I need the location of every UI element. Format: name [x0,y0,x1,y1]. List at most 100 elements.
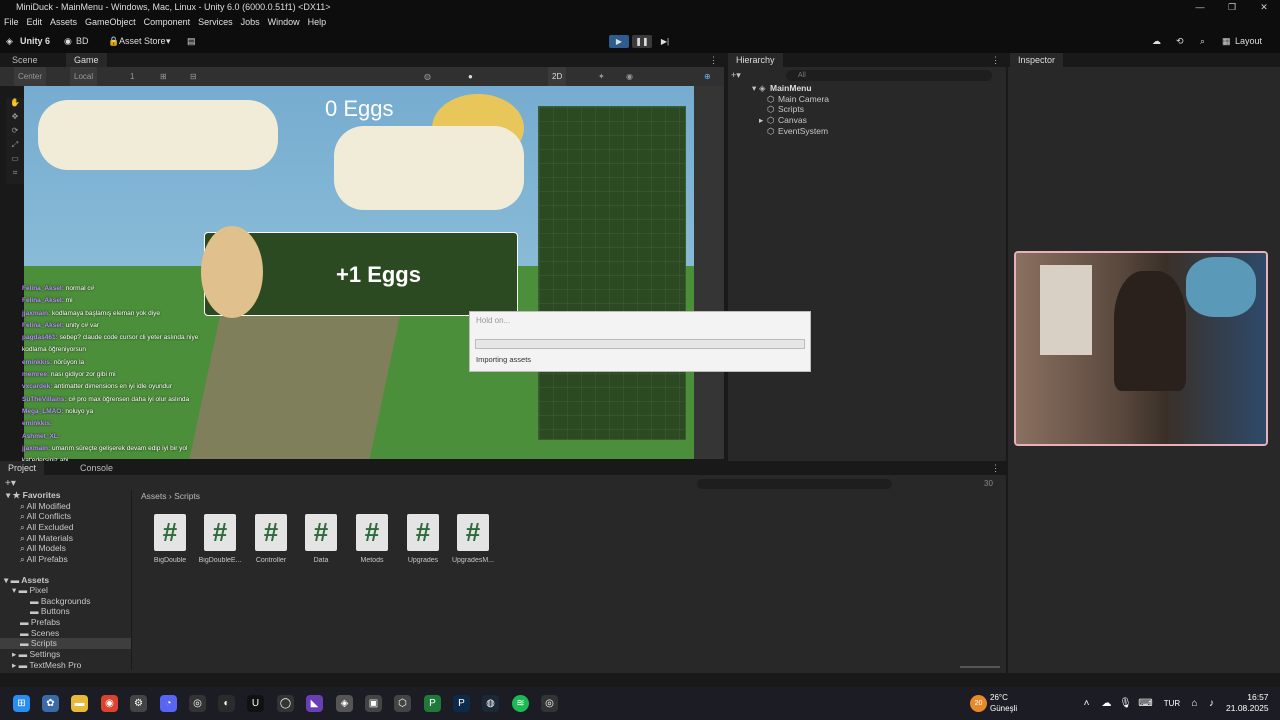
app-icon[interactable]: ⚙ [130,695,147,712]
menu-gameobject[interactable]: GameObject [85,15,136,29]
network-icon[interactable]: ⌂ [1186,695,1203,712]
copilot-icon[interactable]: ✿ [42,695,59,712]
tab-hierarchy[interactable]: Hierarchy [728,53,783,67]
space-dropdown[interactable]: Local [70,67,98,86]
favorite-item[interactable]: ⌕ All Prefabs [20,554,68,565]
script-asset[interactable]: # UpgradesM... [449,514,497,564]
expand-arrow-icon[interactable]: ▸ [759,115,763,126]
folder-item[interactable]: ▬ Scenes [20,628,59,638]
menu-services[interactable]: Services [198,15,233,29]
effects-icon[interactable]: ✦ [598,67,605,86]
menu-component[interactable]: Component [144,15,191,29]
menu-file[interactable]: File [4,15,19,29]
hierarchy-item[interactable]: Main Camera [778,94,829,104]
more-options-icon[interactable]: ⋮ [991,461,1000,475]
folder-item[interactable]: ▾ ▬ Pixel [12,585,48,596]
more-options-icon[interactable]: ⋮ [709,53,718,67]
favorites-header[interactable]: ▾ ★ Favorites [6,490,60,501]
close-icon[interactable]: ✕ [1248,0,1280,15]
obs-icon[interactable]: ◐ [218,695,235,712]
pycharm-icon[interactable]: P [424,695,441,712]
volume-icon[interactable]: ♪ [1203,695,1220,712]
app-icon[interactable]: ◎ [189,695,206,712]
keyboard-icon[interactable]: ⌨ [1137,695,1154,712]
snap-icon[interactable]: ⊟ [190,67,197,86]
layout-dropdown[interactable]: Layout [1235,29,1262,53]
microphone-icon[interactable]: 🎙 [1117,695,1134,712]
unreal-icon[interactable]: U [247,695,264,712]
github-icon[interactable]: ◯ [277,695,294,712]
script-asset[interactable]: # Data [297,514,345,564]
tab-project[interactable]: Project [0,461,45,475]
unity-hub-icon[interactable]: ◈ [336,695,353,712]
add-icon[interactable]: +▾ [731,70,741,81]
menu-help[interactable]: Help [308,15,327,29]
snap-value[interactable]: 1 [130,67,134,86]
chrome-icon[interactable]: ◉ [101,695,118,712]
favorite-item[interactable]: ⌕ All Conflicts [20,511,71,522]
menu-jobs[interactable]: Jobs [241,15,260,29]
play-button[interactable]: ▶ [609,35,629,48]
move-tool-icon[interactable]: ✥ [6,112,24,126]
rect-tool-icon[interactable]: ▭ [6,154,24,168]
hierarchy-search-input[interactable]: All [786,70,992,81]
mode-2d-toggle[interactable]: 2D [548,67,567,86]
tab-console[interactable]: Console [72,461,121,475]
menu-assets[interactable]: Assets [50,15,77,29]
folder-item[interactable]: ▬ Backgrounds [30,596,91,606]
weather-widget[interactable]: 26°C Güneşli [990,692,1017,714]
folder-item[interactable]: ▸ ▬ Settings [12,649,60,660]
menu-edit[interactable]: Edit [27,15,43,29]
hierarchy-item[interactable]: EventSystem [778,126,828,136]
script-asset[interactable]: # Metods [348,514,396,564]
script-asset[interactable]: # Controller [247,514,295,564]
spotify-icon[interactable]: ≋ [512,695,529,712]
step-button[interactable]: ▶| [655,35,675,48]
account-dropdown[interactable]: BD [76,29,89,53]
onedrive-icon[interactable]: ☁ [1098,695,1115,712]
discord-icon[interactable]: ◔ [160,695,177,712]
search-icon[interactable]: ⌕ [1200,29,1205,53]
tab-game[interactable]: Game [66,53,107,67]
history-icon[interactable]: ⟲ [1176,29,1184,53]
folder-item[interactable]: ▬ Prefabs [20,617,60,627]
language-indicator[interactable]: TUR [1161,695,1183,712]
asset-store-button[interactable]: Asset Store [119,29,166,53]
scale-tool-icon[interactable]: ⤢ [6,140,24,154]
breadcrumb-assets[interactable]: Assets [141,491,167,501]
pause-button[interactable]: ❚❚ [632,35,652,48]
app-icon[interactable]: ◎ [541,695,558,712]
unity-label[interactable]: Unity 6 [20,29,50,53]
minimize-icon[interactable]: — [1184,0,1216,15]
version-control-icon[interactable]: ▤ [187,29,196,53]
hierarchy-root[interactable]: MainMenu [770,83,812,93]
maximize-icon[interactable]: ❐ [1216,0,1248,15]
chevron-down-icon[interactable]: ▾ [166,29,171,53]
cloud-icon[interactable]: ☁ [1152,29,1161,53]
expand-arrow-icon[interactable]: ▾ [752,83,756,94]
project-search-input[interactable] [697,479,892,489]
gizmos-icon[interactable]: ⊕ [704,67,711,86]
hierarchy-item[interactable]: Canvas [778,115,807,125]
menu-window[interactable]: Window [268,15,300,29]
unity-icon[interactable]: ⬡ [394,695,411,712]
visibility-icon[interactable]: ◉ [626,67,633,86]
transform-tool-icon[interactable]: ⌗ [6,168,24,182]
favorite-item[interactable]: ⌕ All Excluded [20,522,73,533]
folder-item[interactable]: ▬ Buttons [30,606,70,616]
hand-tool-icon[interactable]: ✋ [6,98,24,112]
taskbar-clock[interactable]: 16:57 21.08.2025 [1226,692,1269,714]
start-icon[interactable]: ⊞ [13,695,30,712]
folder-item[interactable]: ▸ ▬ TextMesh Pro [12,660,81,671]
breadcrumb-scripts[interactable]: Scripts [174,491,200,501]
script-asset[interactable]: # Upgrades [399,514,447,564]
tab-scene[interactable]: Scene [4,53,46,67]
more-options-icon[interactable]: ⋮ [991,53,1000,67]
visual-studio-icon[interactable]: ◣ [306,695,323,712]
script-asset[interactable]: # BigDouble [146,514,194,564]
script-asset[interactable]: # BigDoubleE... [196,514,244,564]
file-explorer-icon[interactable]: ▬ [71,695,88,712]
hierarchy-item[interactable]: Scripts [778,104,804,114]
folder-item-selected[interactable]: ▬ Scripts [20,638,57,648]
grid-icon[interactable]: ⊞ [160,67,167,86]
